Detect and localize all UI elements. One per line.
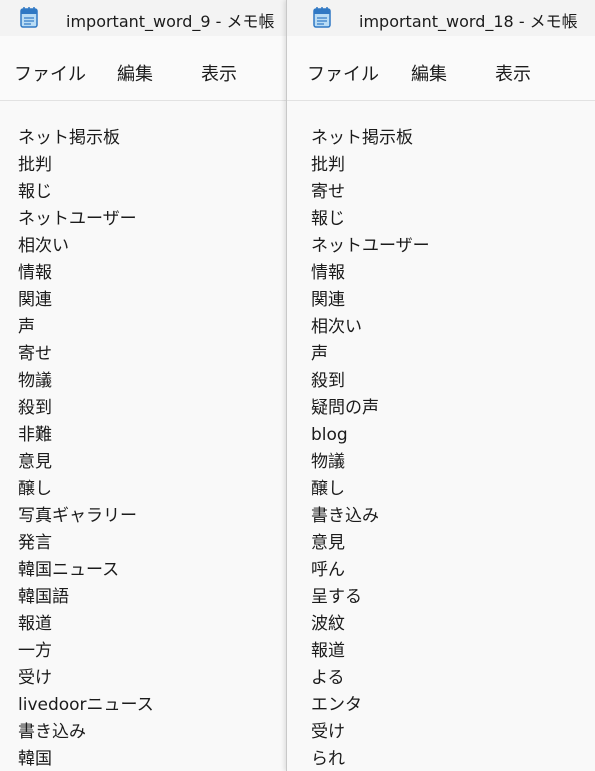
text-line: 関連 [18, 290, 52, 310]
text-line: ネット掲示板 [18, 128, 120, 148]
text-line: 呈する [311, 587, 362, 607]
text-line: 相次い [18, 236, 69, 256]
text-line: livedoorニュース [18, 695, 154, 715]
menu-edit[interactable]: 編集 [411, 60, 447, 86]
text-line: 批判 [311, 155, 345, 175]
window-title: important_word_18 - メモ帳 [359, 12, 578, 31]
menu-file[interactable]: ファイル [307, 60, 379, 86]
text-line: 声 [311, 344, 328, 364]
text-line: エンタ [311, 695, 362, 715]
menu-view[interactable]: 表示 [201, 60, 237, 86]
text-line: 呼ん [311, 560, 345, 580]
text-line: 韓国語 [18, 587, 69, 607]
text-line: 寄せ [18, 344, 52, 364]
title-bar[interactable]: important_word_18 - メモ帳 [287, 0, 595, 36]
menu-view[interactable]: 表示 [495, 60, 531, 86]
text-line: ネットユーザー [311, 236, 430, 256]
text-line: 醸し [18, 479, 52, 499]
text-line: 発言 [18, 533, 52, 553]
menu-bar: ファイル 編集 表示 [0, 52, 286, 92]
notepad-window-left: important_word_9 - メモ帳 ファイル 編集 表示 ネット掲示板… [0, 0, 286, 771]
text-line: 書き込み [18, 722, 86, 742]
text-line: 報じ [18, 182, 52, 202]
text-line: 意見 [311, 533, 345, 553]
menu-bar: ファイル 編集 表示 [287, 52, 595, 92]
text-line: 一方 [18, 641, 52, 661]
text-line: 殺到 [18, 398, 52, 418]
text-line: 韓国ニュース [18, 560, 120, 580]
text-line: 物議 [311, 452, 345, 472]
text-line: 殺到 [311, 371, 345, 391]
text-line: 意見 [18, 452, 52, 472]
text-lines: ネット掲示板 批判 報じ ネットユーザー 相次い 情報 関連 声 寄せ 物議 殺… [18, 125, 154, 771]
text-line: 寄せ [311, 182, 345, 202]
notepad-icon [20, 7, 38, 28]
notepad-icon [313, 7, 331, 28]
text-line: 醸し [311, 479, 345, 499]
menu-file[interactable]: ファイル [14, 60, 86, 86]
menu-edit[interactable]: 編集 [117, 60, 153, 86]
text-line: 波紋 [311, 614, 345, 634]
text-line: 疑問の声 [311, 398, 379, 418]
text-line: 受け [18, 668, 52, 688]
text-line: られ [311, 749, 345, 769]
text-line: 受け [311, 722, 345, 742]
title-bar[interactable]: important_word_9 - メモ帳 [0, 0, 286, 36]
text-line: 声 [18, 317, 35, 337]
text-line: 関連 [311, 290, 345, 310]
text-line: 情報 [18, 263, 52, 283]
text-line: 非難 [18, 425, 52, 445]
text-line: blog [311, 425, 348, 445]
text-line: ネットユーザー [18, 209, 137, 229]
text-editor[interactable]: ネット掲示板 批判 報じ ネットユーザー 相次い 情報 関連 声 寄せ 物議 殺… [0, 101, 286, 771]
text-line: 物議 [18, 371, 52, 391]
notepad-window-right: important_word_18 - メモ帳 ファイル 編集 表示 ネット掲示… [286, 0, 595, 771]
text-lines: ネット掲示板 批判 寄せ 報じ ネットユーザー 情報 関連 相次い 声 殺到 疑… [311, 125, 430, 771]
text-line: ネット掲示板 [311, 128, 413, 148]
text-line: 報道 [311, 641, 345, 661]
text-editor[interactable]: ネット掲示板 批判 寄せ 報じ ネットユーザー 情報 関連 相次い 声 殺到 疑… [287, 101, 595, 771]
text-line: 韓国 [18, 749, 52, 769]
text-line: 相次い [311, 317, 362, 337]
window-title: important_word_9 - メモ帳 [66, 12, 275, 31]
text-line: 報じ [311, 209, 345, 229]
text-line: 批判 [18, 155, 52, 175]
text-line: 書き込み [311, 506, 379, 526]
text-line: よる [311, 668, 345, 688]
text-line: 報道 [18, 614, 52, 634]
text-line: 情報 [311, 263, 345, 283]
text-line: 写真ギャラリー [18, 506, 137, 526]
